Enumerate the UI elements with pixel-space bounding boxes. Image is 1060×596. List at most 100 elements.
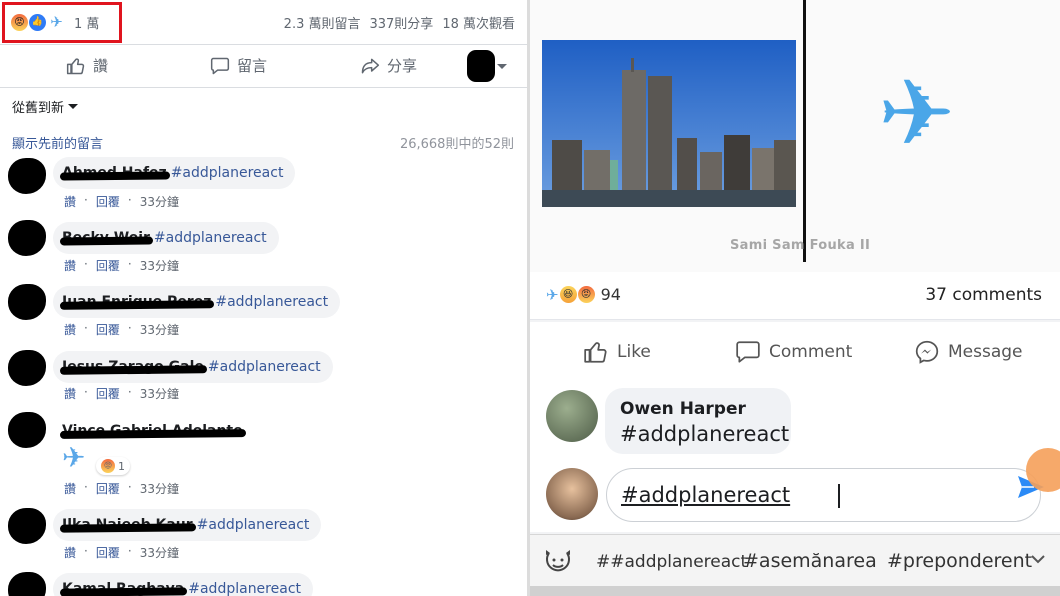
share-button[interactable]: 分享	[360, 55, 417, 76]
comment-time[interactable]: 33分鐘	[140, 321, 179, 338]
comment-bubble: Ilka Najeeb Kaur #addplanereact	[53, 509, 322, 541]
suggestion-item[interactable]: ##addplanereact	[596, 552, 747, 572]
comment-reply-link[interactable]: 回覆	[96, 193, 120, 210]
comment-meta: 讚 · 回覆 · 33分鐘	[64, 480, 179, 497]
hashtag-link[interactable]: #addplanereact	[215, 294, 328, 310]
view-previous-comments-link[interactable]: 顯示先前的留言	[12, 133, 103, 152]
comment-icon	[736, 341, 760, 363]
keyboard-edge	[530, 586, 1060, 596]
comment-author[interactable]: Jesus Zarago Gale	[62, 359, 204, 375]
comments-stat[interactable]: 2.3 萬則留言	[284, 13, 361, 32]
comment-author[interactable]: Juan Enrique Perez	[62, 294, 211, 310]
comment-like-link[interactable]: 讚	[64, 321, 76, 338]
comments-count[interactable]: 37 comments	[925, 285, 1042, 305]
like-reaction-icon: 👍	[29, 14, 46, 31]
comment-reply-link[interactable]: 回覆	[96, 321, 120, 338]
comment-author[interactable]: Vince Gabriel Adelante	[62, 423, 243, 439]
comment-composer: #addplanereact	[530, 460, 1060, 532]
reaction-count: 1 萬	[74, 17, 100, 32]
views-stat: 18 萬次觀看	[442, 17, 515, 32]
comment-reply-link[interactable]: 回覆	[96, 480, 120, 497]
sort-label: 從舊到新	[12, 101, 65, 116]
comment-reaction-count: 1	[118, 459, 125, 473]
message-label: Message	[948, 342, 1023, 362]
comment-reply-link[interactable]: 回覆	[96, 385, 120, 402]
hashtag-link[interactable]: #addplanereact	[171, 165, 284, 181]
redacted-avatar[interactable]	[8, 572, 46, 596]
thumbs-up-icon	[584, 342, 607, 363]
comment-author[interactable]: Becky Weir	[62, 230, 150, 246]
reaction-summary-highlight[interactable]: 😡 👍 ✈ 1 萬	[2, 2, 122, 43]
comment-author[interactable]: Ahmed Hafez	[62, 165, 167, 181]
facebook-mobile-post-panel: ✈ Sami Sam Fouka II ✈ 😆 😡 94 37 comments…	[530, 0, 1060, 596]
emoji-keyboard-icon[interactable]	[543, 547, 573, 575]
comment-bubble: Kamal Raghava #addplanereact	[53, 573, 314, 596]
comment-meta: 讚 · 回覆 · 33分鐘	[64, 321, 179, 338]
comment-sort-dropdown[interactable]: 從舊到新	[12, 97, 79, 116]
comment-input-text: #addplanereact	[621, 483, 791, 507]
plane-emoji-icon: ✈	[62, 441, 86, 474]
comment-meta: 讚 · 回覆 · 33分鐘	[64, 193, 179, 210]
comment-author[interactable]: Kamal Raghava	[62, 581, 184, 596]
thumbs-up-icon	[66, 57, 85, 74]
user-avatar[interactable]	[546, 468, 598, 520]
share-icon	[361, 58, 380, 73]
text-cursor	[838, 484, 840, 508]
comment-item: Owen Harper #addplanereact	[530, 380, 1060, 460]
comment-reply-link[interactable]: 回覆	[96, 257, 120, 274]
hashtag-link[interactable]: #addplanereact	[208, 359, 321, 375]
comment-time[interactable]: 33分鐘	[140, 257, 179, 274]
messenger-icon	[915, 340, 939, 364]
comment-time[interactable]: 33分鐘	[140, 544, 179, 561]
redacted-avatar[interactable]	[8, 220, 46, 256]
comment-like-link[interactable]: 讚	[64, 544, 76, 561]
chevron-down-icon[interactable]	[1030, 553, 1046, 565]
comment-bubble: Juan Enrique Perez #addplanereact	[53, 286, 341, 318]
comment-icon	[210, 57, 230, 74]
redacted-avatar[interactable]	[8, 350, 46, 386]
comment-author[interactable]: Owen Harper	[620, 399, 791, 419]
airplane-image-icon: ✈	[878, 60, 956, 167]
comment-count: 26,668則中的52則	[399, 137, 514, 152]
redacted-avatar[interactable]	[8, 412, 46, 448]
message-button[interactable]: Message	[914, 339, 1023, 365]
comment-like-link[interactable]: 讚	[64, 480, 76, 497]
hashtag-link[interactable]: #addplanereact	[197, 517, 310, 533]
owen-harper-avatar[interactable]	[546, 390, 598, 442]
comment-button[interactable]: 留言	[210, 55, 267, 76]
comment-reply-link[interactable]: 回覆	[96, 544, 120, 561]
post-action-row: 讚 留言 分享	[0, 44, 527, 88]
image-credit: Sami Sam Fouka II	[730, 238, 871, 253]
reaction-summary[interactable]: ✈ 😆 😡 94	[546, 285, 621, 304]
comment-like-link[interactable]: 讚	[64, 257, 76, 274]
comment-time[interactable]: 33分鐘	[140, 480, 179, 497]
comment-like-link[interactable]: 讚	[64, 385, 76, 402]
redacted-avatar[interactable]	[8, 158, 46, 194]
comment-input[interactable]: #addplanereact	[606, 468, 1041, 522]
comment-time[interactable]: 33分鐘	[140, 385, 179, 402]
plane-reaction-icon: ✈	[546, 285, 559, 304]
reaction-count: 94	[600, 285, 621, 304]
redacted-avatar	[467, 50, 495, 82]
mobile-action-row: Like Comment Message	[530, 322, 1060, 380]
suggestion-item[interactable]: #preponderent	[887, 550, 1032, 572]
twin-towers-photo[interactable]	[542, 40, 796, 207]
suggestion-item[interactable]: #asemănarea	[743, 550, 877, 572]
redacted-avatar[interactable]	[8, 508, 46, 544]
chevron-down-icon	[497, 63, 507, 69]
angry-reaction-icon: 😡	[11, 14, 28, 31]
share-label: 分享	[387, 57, 418, 75]
comment-reaction-summary[interactable]: 😡 1	[96, 457, 130, 475]
comment-author[interactable]: Ilka Najeeb Kaur	[62, 517, 193, 533]
comment-like-link[interactable]: 讚	[64, 193, 76, 210]
like-button[interactable]: Like	[583, 339, 651, 365]
redacted-avatar[interactable]	[8, 284, 46, 320]
like-button[interactable]: 讚	[66, 55, 108, 76]
post-as-selector[interactable]	[467, 50, 507, 82]
hashtag-link[interactable]: #addplanereact	[188, 581, 301, 596]
keyboard-suggestion-bar: ##addplanereact #asemănarea #preponderen…	[530, 534, 1060, 586]
comment-time[interactable]: 33分鐘	[140, 193, 179, 210]
shares-stat[interactable]: 337則分享	[369, 13, 433, 32]
comment-button[interactable]: Comment	[735, 339, 852, 365]
hashtag-link[interactable]: #addplanereact	[154, 230, 267, 246]
